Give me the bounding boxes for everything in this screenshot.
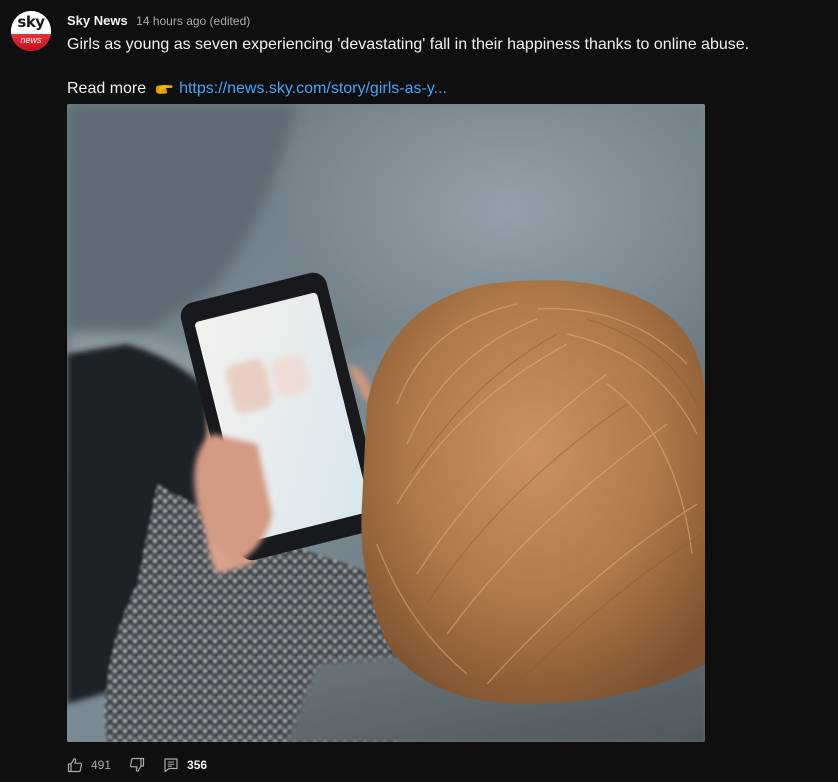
comment-count: 356 bbox=[187, 758, 208, 772]
post-timestamp[interactable]: 14 hours ago (edited) bbox=[136, 14, 250, 28]
post-image[interactable] bbox=[67, 104, 705, 742]
like-button[interactable]: 491 bbox=[67, 757, 129, 773]
dislike-button[interactable] bbox=[129, 757, 145, 773]
comment-icon bbox=[164, 758, 178, 773]
channel-name-link[interactable]: Sky News bbox=[67, 13, 128, 28]
avatar-news-logo-text: news bbox=[20, 35, 42, 45]
thumbs-up-icon bbox=[67, 758, 83, 773]
backhand-index-pointing-right-icon bbox=[155, 80, 173, 102]
post-header: Sky News 14 hours ago (edited) bbox=[67, 13, 250, 29]
story-link[interactable]: https://news.sky.com/story/girls-as-y... bbox=[179, 80, 447, 97]
post-text: Girls as young as seven experiencing 'de… bbox=[67, 36, 750, 53]
post-actions: 491 356 bbox=[67, 756, 207, 774]
thumbs-down-icon bbox=[130, 757, 145, 772]
avatar-sky-logo-text: sky bbox=[17, 13, 45, 31]
like-count: 491 bbox=[91, 758, 112, 772]
read-more-label: Read more bbox=[67, 80, 147, 97]
comments-button[interactable]: 356 bbox=[163, 757, 207, 773]
read-more-line: Read more https://news.sky.com/story/gir… bbox=[67, 79, 447, 102]
channel-avatar[interactable]: sky news bbox=[11, 11, 51, 51]
child-with-smartphone-image bbox=[67, 104, 705, 742]
